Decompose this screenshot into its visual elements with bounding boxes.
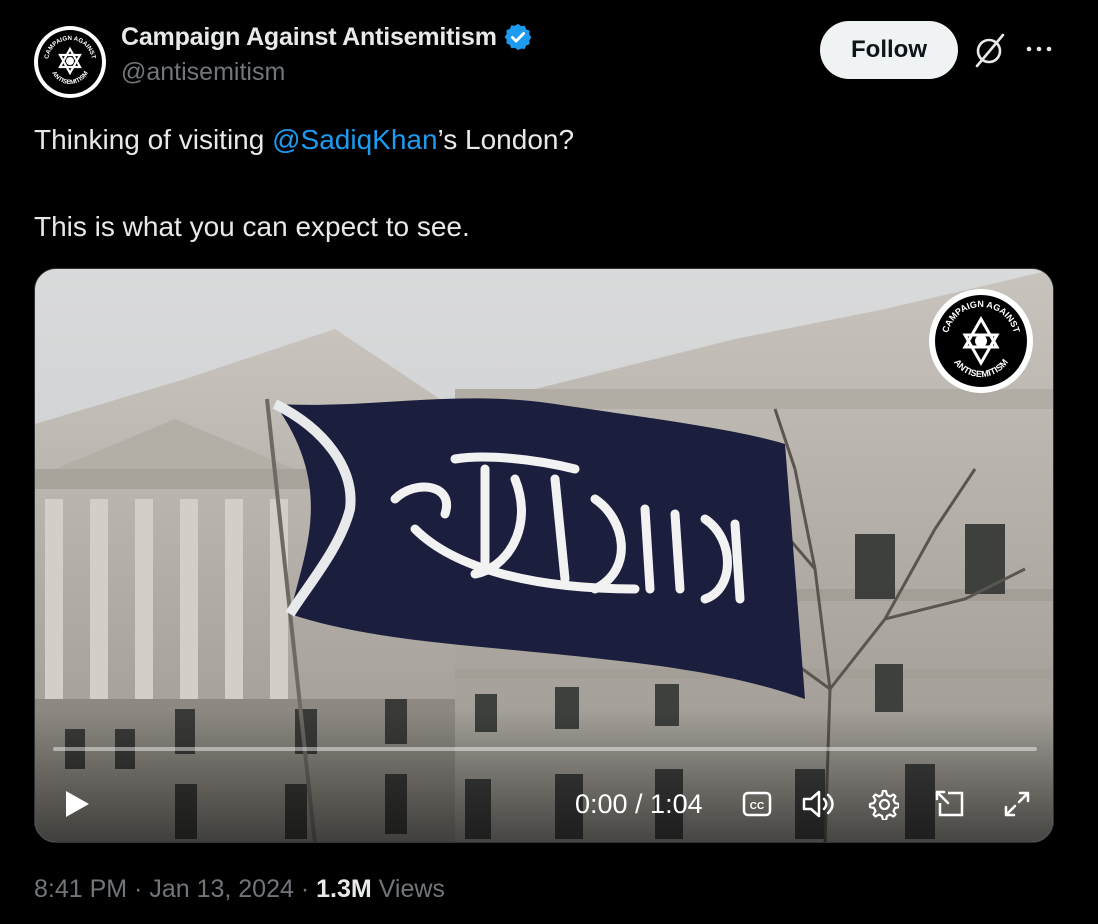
picture-in-picture-icon[interactable] (930, 774, 970, 834)
tweet-date[interactable]: Jan 13, 2024 (149, 875, 294, 903)
views-count: 1.3M (316, 875, 372, 903)
volume-icon[interactable] (799, 774, 839, 834)
video-player[interactable]: CAMPAIGN AGAINST ANTISEMITISM 0:00 / 1:0… (34, 268, 1054, 843)
tweet-line-1: Thinking of visiting @SadiqKhan’s London… (34, 122, 1054, 157)
views-label: Views (371, 875, 445, 903)
meta-separator: · (293, 875, 317, 903)
meta-separator: · (127, 875, 150, 903)
verified-badge-icon[interactable] (503, 22, 533, 52)
play-icon[interactable] (57, 774, 97, 834)
settings-icon[interactable] (863, 774, 903, 834)
svg-text:CC: CC (750, 801, 764, 812)
closed-captions-icon[interactable]: CC (737, 774, 777, 834)
tweet-header: CAMPAIGN AGAINST ANTISEMITISM Campaign A… (34, 20, 1064, 100)
tweet-meta: 8:41 PM · Jan 13, 2024 · 1.3M Views (34, 875, 445, 904)
tweet-text-segment: Thinking of visiting (34, 124, 273, 155)
tweet-text-segment: ’s London? (437, 124, 575, 155)
author-name-text[interactable]: Campaign Against Antisemitism (121, 23, 497, 52)
mention-link[interactable]: @SadiqKhan (272, 124, 437, 155)
watermark-logo: CAMPAIGN AGAINST ANTISEMITISM (929, 289, 1033, 393)
tweet-line-2: This is what you can expect to see. (34, 211, 470, 242)
grok-icon[interactable] (974, 32, 1006, 68)
author-info: Campaign Against Antisemitism @antisemit… (121, 22, 533, 87)
author-handle[interactable]: @antisemitism (121, 58, 533, 87)
tweet-text: Thinking of visiting @SadiqKhan’s London… (34, 122, 1054, 244)
follow-button[interactable]: Follow (820, 21, 958, 79)
avatar[interactable]: CAMPAIGN AGAINST ANTISEMITISM (34, 26, 106, 98)
author-display-name[interactable]: Campaign Against Antisemitism (121, 22, 533, 52)
video-frame[interactable]: CAMPAIGN AGAINST ANTISEMITISM (35, 269, 1054, 843)
tweet-time[interactable]: 8:41 PM (34, 875, 127, 903)
more-icon[interactable] (1024, 34, 1054, 64)
video-controls: 0:00 / 1:04 CC (35, 774, 1053, 834)
fullscreen-icon[interactable] (997, 774, 1037, 834)
time-display: 0:00 / 1:04 (575, 789, 703, 819)
progress-bar[interactable] (53, 747, 1037, 751)
